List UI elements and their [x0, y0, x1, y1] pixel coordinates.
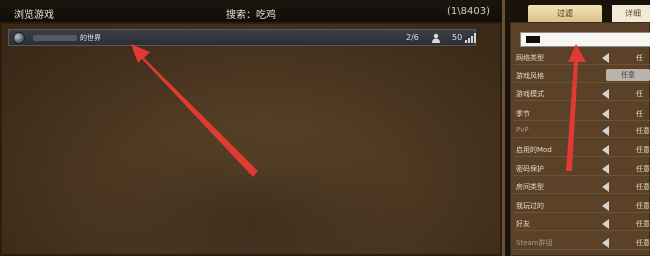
arrow-left-icon[interactable]: [602, 201, 609, 211]
browse-games-title: 浏览游戏: [14, 10, 54, 21]
filter-value: 任: [636, 54, 643, 62]
filter-label: 游戏模式: [516, 90, 544, 98]
filter-label: PvP: [516, 126, 529, 134]
filter-row-season: 季节 任: [514, 107, 650, 121]
player-count: 2/6: [406, 33, 419, 42]
filter-label: 我玩过的: [516, 202, 544, 210]
arrow-left-icon[interactable]: [602, 238, 609, 248]
filter-row-mode: 游戏模式 任: [514, 87, 650, 101]
filter-label: 网络类型: [516, 54, 544, 62]
filter-label: 密码保护: [516, 165, 544, 173]
filter-value: 任意: [636, 202, 650, 210]
filter-row-network: 网络类型 任: [514, 51, 650, 65]
filter-row-steam-group: Steam群组 任意: [514, 236, 650, 250]
server-row[interactable]: 的世界 2/6 50: [8, 29, 476, 46]
arrow-left-icon[interactable]: [602, 126, 609, 136]
filter-value: 任意: [636, 127, 650, 135]
filter-value: 任意: [636, 183, 650, 191]
filter-label: 启用的Mod: [516, 146, 552, 154]
filter-value: 任: [636, 90, 643, 98]
filter-label: 季节: [516, 110, 530, 118]
server-name: 的世界: [80, 34, 101, 42]
server-count: (1\8403): [447, 6, 490, 17]
tab-details[interactable]: 详细: [612, 5, 650, 22]
arrow-left-icon[interactable]: [602, 53, 609, 63]
tab-filter[interactable]: 过滤: [528, 5, 602, 22]
arrow-left-icon[interactable]: [602, 164, 609, 174]
blurred-server-name: [33, 35, 77, 41]
filter-label: Steam群组: [516, 239, 553, 247]
search-text-redacted: [526, 36, 540, 43]
person-icon: [432, 33, 440, 43]
signal-bars-icon: [465, 33, 476, 43]
filter-row-pvp: PvP 任意: [514, 124, 650, 138]
filter-row-password: 密码保护 任意: [514, 162, 650, 176]
filter-value-selected[interactable]: 任意: [606, 69, 650, 81]
filter-row-room-type: 房间类型 任意: [514, 180, 650, 194]
globe-icon: [13, 32, 25, 44]
filter-label: 游戏风格: [516, 72, 544, 80]
filter-row-style: 游戏风格 任意: [514, 69, 650, 83]
filter-row-played: 我玩过的 任意: [514, 199, 650, 213]
server-list-panel: 的世界 2/6 50: [0, 22, 502, 256]
filter-value: 任意: [636, 220, 650, 228]
filter-label: 好友: [516, 220, 530, 228]
filter-value: 任意: [636, 146, 650, 154]
filter-value: 任意: [636, 165, 650, 173]
arrow-left-icon[interactable]: [602, 182, 609, 192]
arrow-left-icon[interactable]: [602, 109, 609, 119]
arrow-left-icon[interactable]: [602, 89, 609, 99]
ping-value: 50: [452, 33, 463, 42]
arrow-left-icon[interactable]: [602, 219, 609, 229]
filter-row-mods: 启用的Mod 任意: [514, 143, 650, 157]
arrow-left-icon[interactable]: [602, 145, 609, 155]
search-title: 搜索：吃鸡: [226, 10, 276, 21]
filter-value: 任意: [636, 239, 650, 247]
filter-label: 房间类型: [516, 183, 544, 191]
filter-value: 任: [636, 110, 643, 118]
filter-row-friends: 好友 任意: [514, 217, 650, 231]
